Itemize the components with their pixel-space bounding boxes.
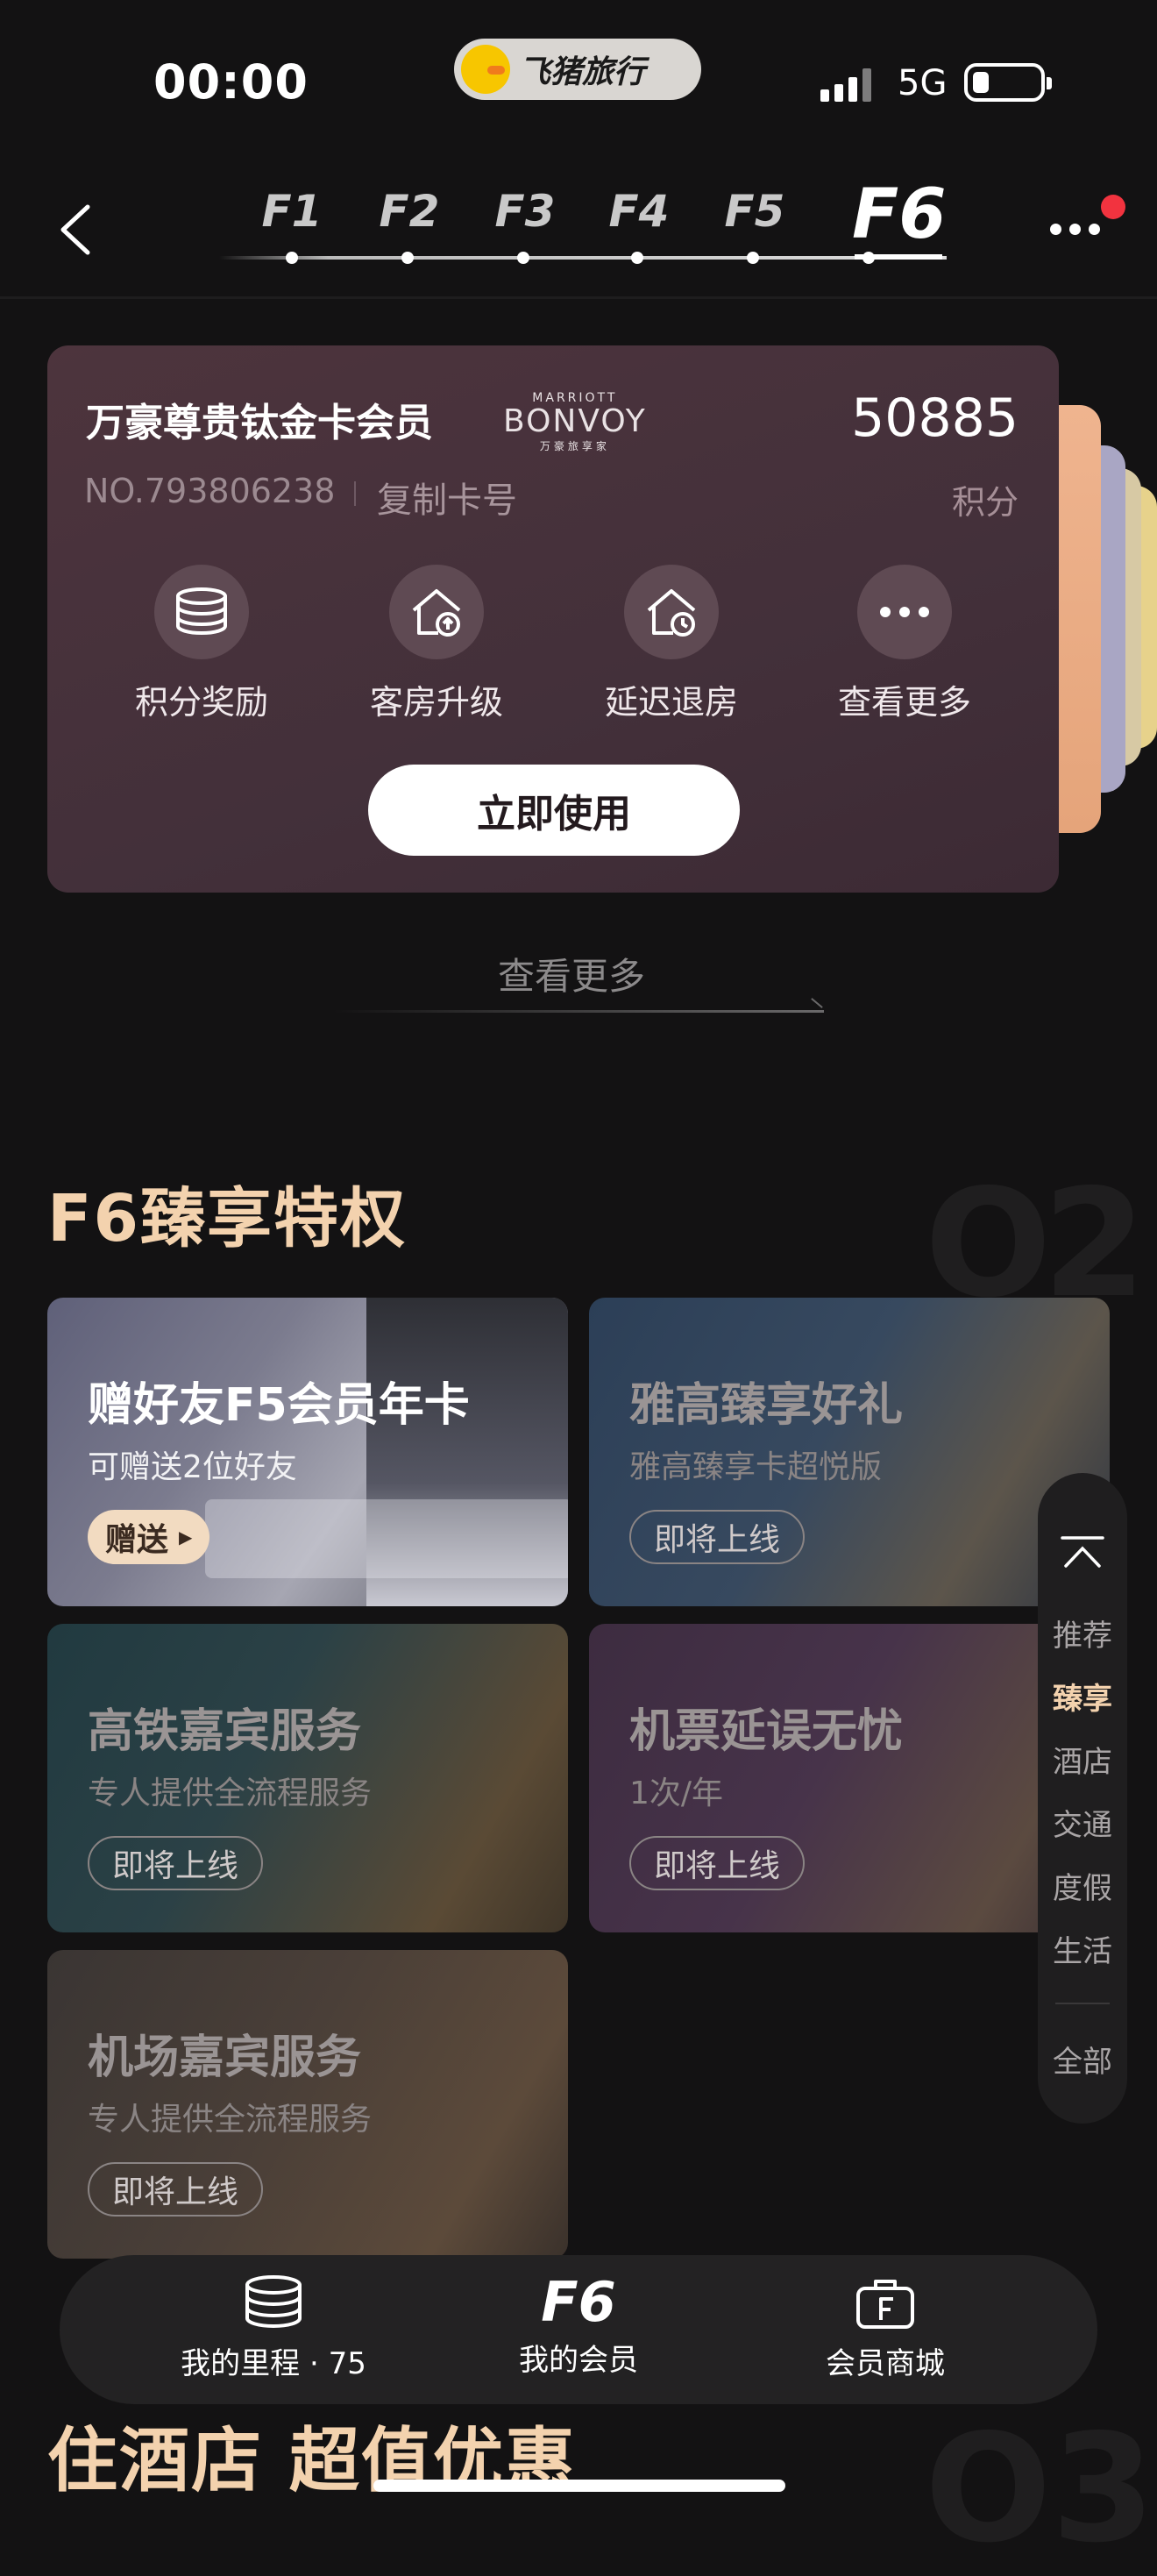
coming-soon-button[interactable]: 即将上线 xyxy=(88,2162,264,2217)
fliggy-app-pill[interactable]: 飞猪旅行 xyxy=(454,39,701,100)
level-dot xyxy=(631,252,643,264)
member-card[interactable]: 万豪尊贵钛金卡会员 MARRIOTT BONVOY 万豪旅享家 50885 积分… xyxy=(47,345,1059,893)
level-dot xyxy=(517,252,529,264)
level-tab-f2[interactable]: F2 xyxy=(370,186,449,237)
nav-divider xyxy=(0,296,1157,299)
tile-photo-table xyxy=(205,1499,568,1578)
house-upgrade-icon xyxy=(389,565,484,659)
back-to-top-icon[interactable] xyxy=(1061,1534,1104,1569)
benefit-points-reward[interactable]: 积分奖励 xyxy=(114,565,289,723)
benefit-room-upgrade[interactable]: 客房升级 xyxy=(349,565,524,723)
card-number-divider xyxy=(354,481,356,506)
side-nav-hotel[interactable]: 酒店 xyxy=(1038,1738,1127,1781)
tile-subtitle: 雅高臻享卡超悦版 xyxy=(629,1449,883,1485)
arrow-right-icon xyxy=(811,998,823,1008)
signal-icon xyxy=(820,67,871,102)
benefit-view-more[interactable]: 查看更多 xyxy=(817,565,992,723)
card-number: NO.793806238 xyxy=(84,472,336,510)
level-tab-f3[interactable]: F3 xyxy=(486,186,564,237)
coming-soon-button[interactable]: 即将上线 xyxy=(629,1836,806,1890)
f6-icon: F6 xyxy=(541,2270,616,2334)
coins-icon xyxy=(154,565,249,659)
points-label: 积分 xyxy=(951,483,1019,522)
tab-member-shop[interactable]: 会员商城 xyxy=(754,2274,1017,2382)
tile-title: 雅高臻享好礼 xyxy=(629,1379,904,1432)
level-active-underline xyxy=(855,254,942,260)
level-tab-f5[interactable]: F5 xyxy=(715,186,794,237)
coming-soon-button[interactable]: 即将上线 xyxy=(629,1510,806,1564)
tile-rail-vip[interactable]: 高铁嘉宾服务 专人提供全流程服务 即将上线 xyxy=(47,1624,568,1932)
tile-subtitle: 可赠送2位好友 xyxy=(88,1449,297,1485)
tab-my-mileage[interactable]: 我的里程 · 75 xyxy=(142,2274,405,2382)
bonvoy-logo: MARRIOTT BONVOY 万豪旅享家 xyxy=(503,391,647,452)
home-indicator xyxy=(373,2480,785,2492)
caret-right-icon: ▶ xyxy=(179,1526,193,1548)
side-nav-all[interactable]: 全部 xyxy=(1038,2038,1127,2081)
privilege-section-title: F6臻享特权 xyxy=(47,1181,408,1256)
side-nav-recommend[interactable]: 推荐 xyxy=(1038,1612,1127,1654)
side-nav-privilege[interactable]: 臻享 xyxy=(1038,1675,1127,1718)
side-nav-life[interactable]: 生活 xyxy=(1038,1927,1127,1970)
level-track xyxy=(219,256,947,260)
gift-button[interactable]: 赠送 ▶ xyxy=(88,1510,210,1564)
tile-accor-gift[interactable]: 雅高臻享好礼 雅高臻享卡超悦版 即将上线 xyxy=(589,1298,1110,1606)
bottom-tab-bar: 我的里程 · 75 F6 我的会员 会员商城 xyxy=(60,2255,1097,2404)
house-clock-icon xyxy=(624,565,719,659)
tile-title: 机场嘉宾服务 xyxy=(88,2032,362,2084)
level-dot xyxy=(401,252,414,264)
back-arrow-icon[interactable] xyxy=(58,203,93,256)
fliggy-duck-icon xyxy=(461,45,510,94)
tile-subtitle: 1次/年 xyxy=(629,1775,724,1811)
copy-card-number-button[interactable]: 复制卡号 xyxy=(377,472,517,523)
points-value: 50885 xyxy=(851,388,1019,449)
shop-bag-icon xyxy=(856,2280,914,2329)
tile-flight-delay[interactable]: 机票延误无忧 1次/年 即将上线 xyxy=(589,1624,1110,1932)
view-more-underline xyxy=(333,1010,824,1013)
tile-airport-vip[interactable]: 机场嘉宾服务 专人提供全流程服务 即将上线 xyxy=(47,1950,568,2259)
side-nav-divider xyxy=(1055,2003,1110,2004)
network-label: 5G xyxy=(898,63,948,103)
coins-icon xyxy=(245,2275,302,2329)
level-tab-f6[interactable]: F6 xyxy=(852,175,947,254)
card-title: 万豪尊贵钛金卡会员 xyxy=(86,401,433,445)
tile-gift-f5-card[interactable]: 赠好友F5会员年卡 可赠送2位好友 赠送 ▶ xyxy=(47,1298,568,1606)
view-more-link[interactable]: 查看更多 xyxy=(498,947,645,1000)
tile-title: 赠好友F5会员年卡 xyxy=(88,1379,470,1432)
use-now-button[interactable]: 立即使用 xyxy=(368,765,740,856)
more-menu-icon[interactable] xyxy=(1050,224,1100,235)
side-nav-transport[interactable]: 交通 xyxy=(1038,1801,1127,1844)
tile-subtitle: 专人提供全流程服务 xyxy=(88,2102,373,2138)
level-dot xyxy=(747,252,759,264)
battery-icon xyxy=(964,63,1052,102)
level-tab-f1[interactable]: F1 xyxy=(252,186,331,237)
fliggy-app-label: 飞猪旅行 xyxy=(519,54,646,90)
side-nav-vacation[interactable]: 度假 xyxy=(1038,1864,1127,1907)
side-quick-nav: 推荐 臻享 酒店 交通 度假 生活 全部 xyxy=(1038,1473,1127,2124)
section-watermark: O3 xyxy=(925,2402,1155,2576)
status-time: 00:00 xyxy=(153,54,309,110)
tile-subtitle: 专人提供全流程服务 xyxy=(88,1775,373,1811)
benefit-late-checkout[interactable]: 延迟退房 xyxy=(584,565,759,723)
level-tab-f4[interactable]: F4 xyxy=(600,186,678,237)
notification-dot xyxy=(1101,195,1125,219)
coming-soon-button[interactable]: 即将上线 xyxy=(88,1836,264,1890)
tile-title: 高铁嘉宾服务 xyxy=(88,1705,362,1758)
tab-my-membership[interactable]: F6 我的会员 xyxy=(447,2274,710,2379)
more-dots-icon xyxy=(857,565,952,659)
tile-title: 机票延误无忧 xyxy=(629,1705,904,1758)
level-dot xyxy=(286,252,298,264)
